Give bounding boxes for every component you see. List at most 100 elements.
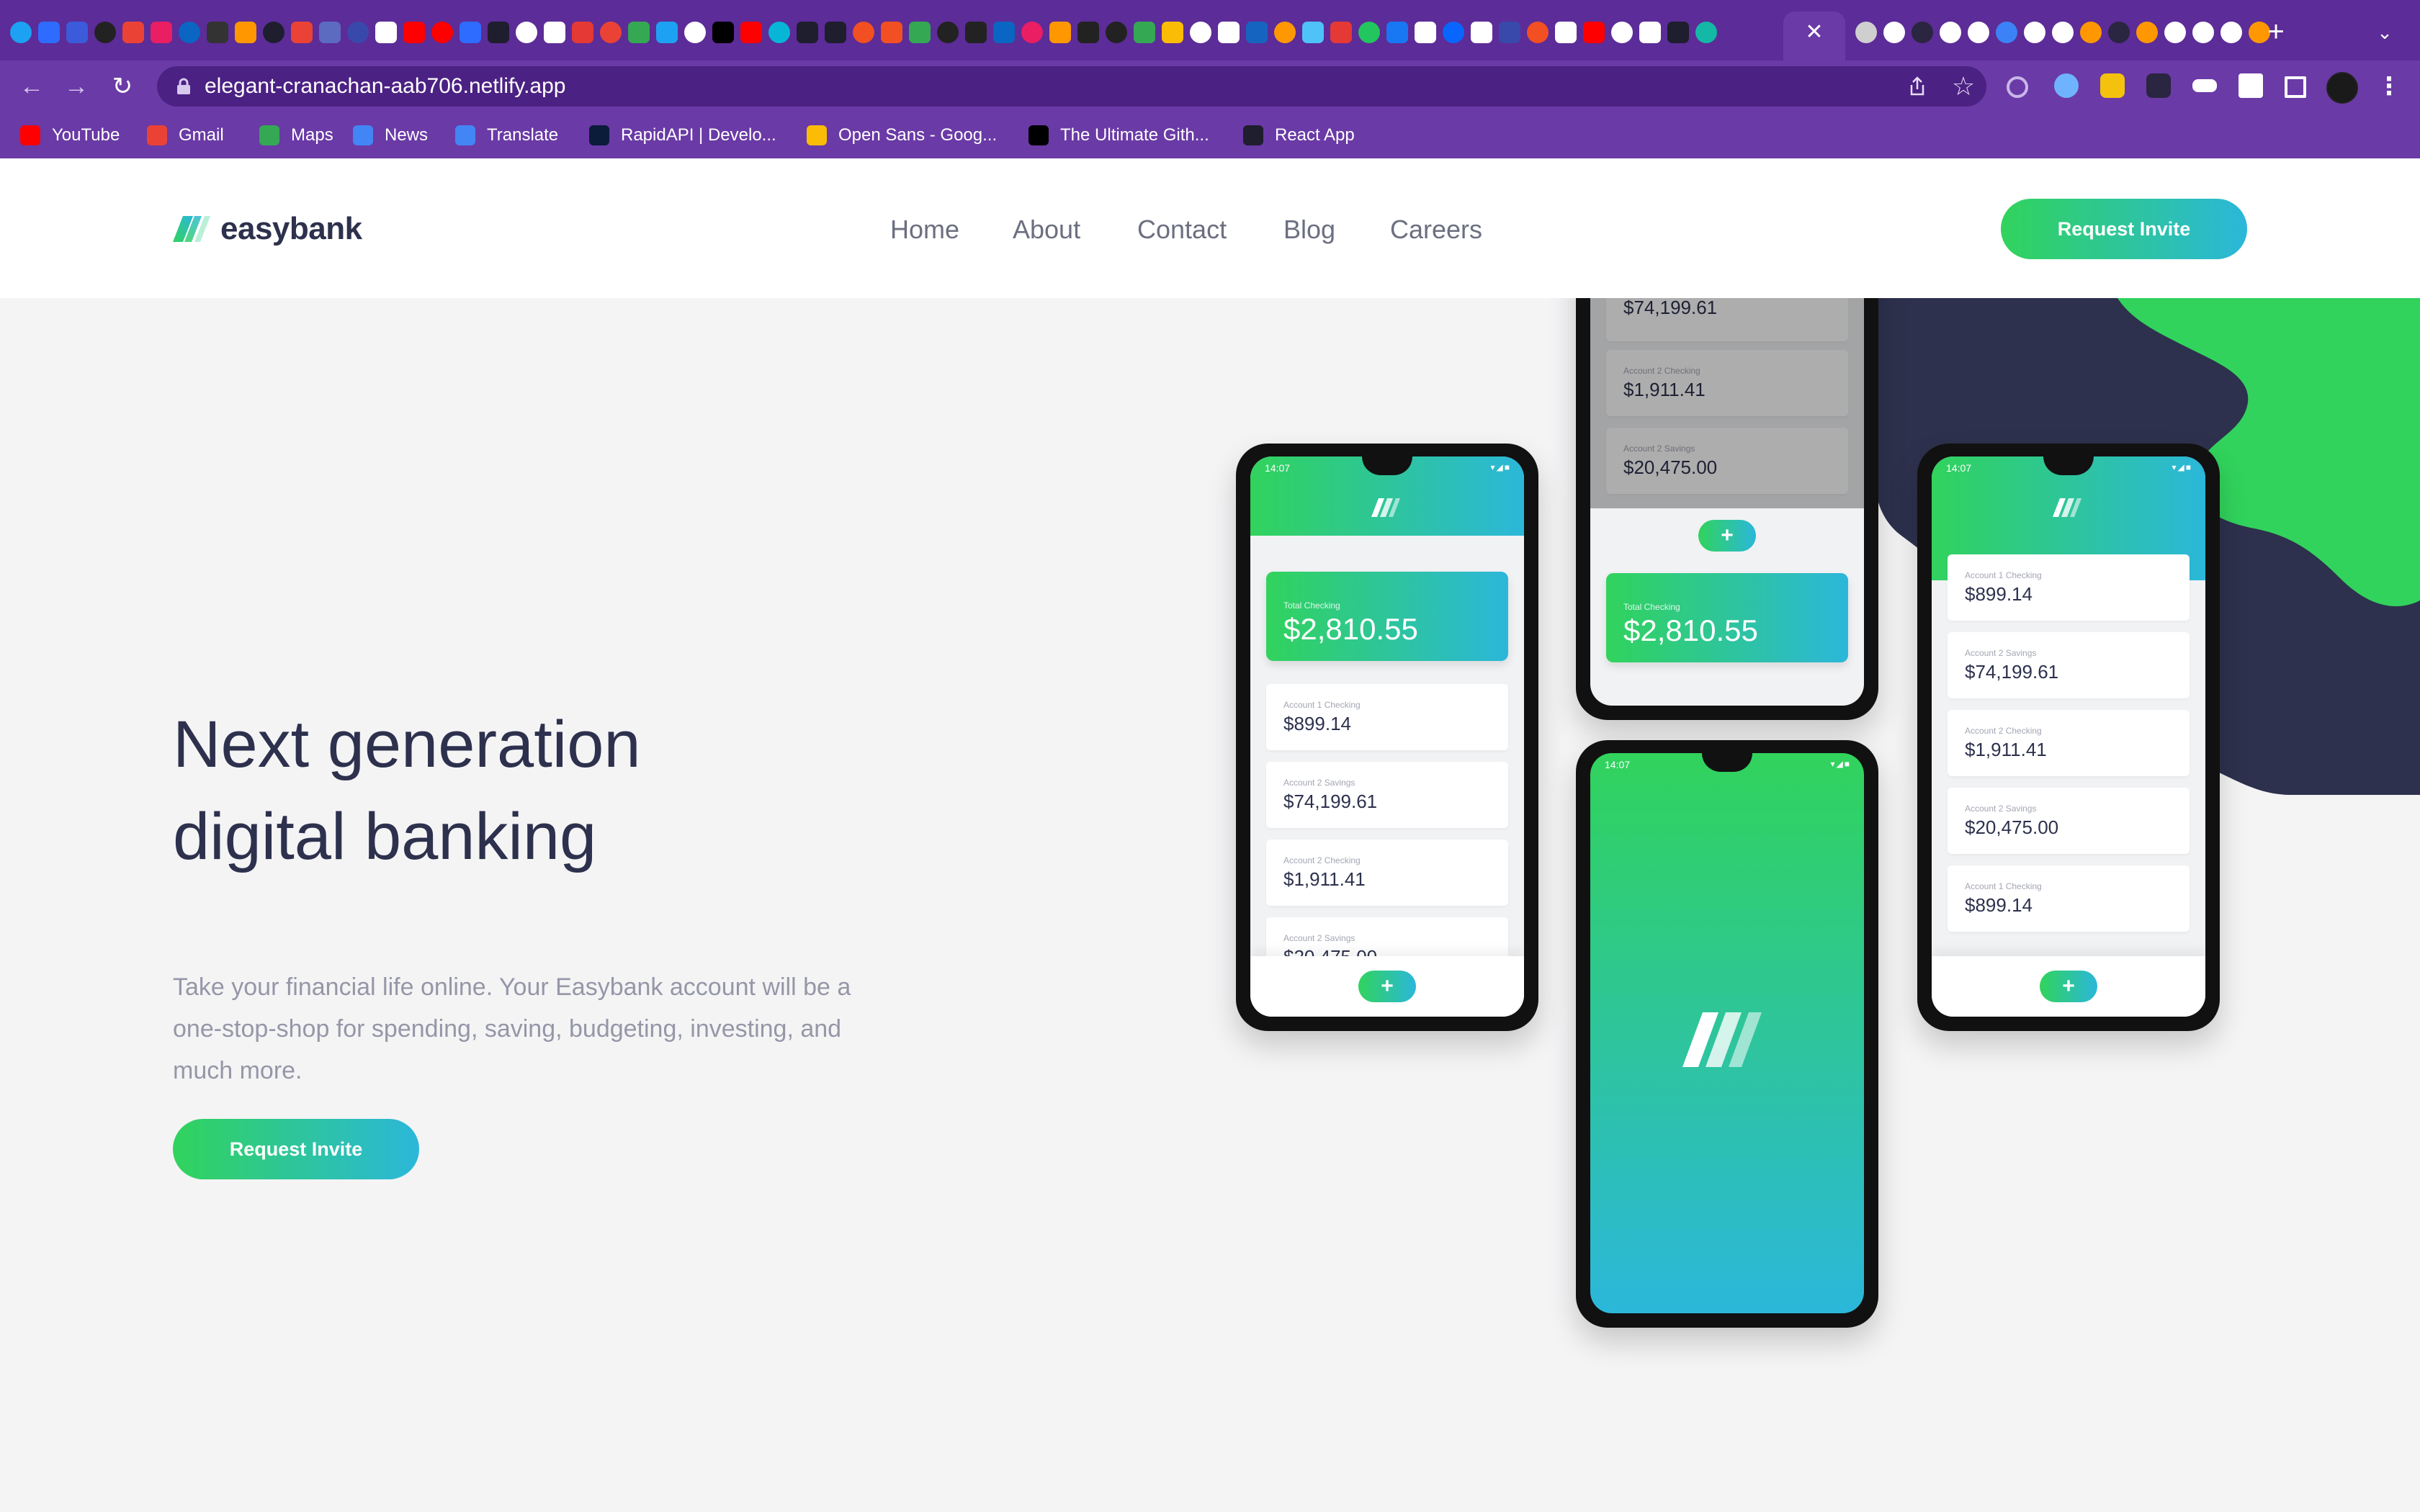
tab-favicon-icon[interactable] xyxy=(1471,22,1492,43)
tab-favicon-icon[interactable] xyxy=(1218,22,1240,43)
tab-favicon-icon[interactable] xyxy=(2136,22,2158,43)
tab-favicon-icon[interactable] xyxy=(2164,22,2186,43)
tab-favicon-icon[interactable] xyxy=(1190,22,1211,43)
tab-favicon-icon[interactable] xyxy=(2192,22,2214,43)
tab-favicon-icon[interactable] xyxy=(488,22,509,43)
react-devtools-icon[interactable] xyxy=(2146,73,2171,98)
extension-icon[interactable] xyxy=(2007,76,2028,98)
tab-favicon-icon[interactable] xyxy=(403,22,425,43)
tab-favicon-icon[interactable] xyxy=(235,22,256,43)
tab-favicon-icon[interactable] xyxy=(94,22,116,43)
tab-favicon-icon[interactable] xyxy=(375,22,397,43)
tab-favicon-icon[interactable] xyxy=(1386,22,1408,43)
forward-button[interactable]: → xyxy=(62,72,91,101)
bookmark-item[interactable]: RapidAPI | Develo... xyxy=(589,122,776,148)
hero-request-invite-button[interactable]: Request Invite xyxy=(173,1119,419,1179)
tab-favicon-icon[interactable] xyxy=(1302,22,1324,43)
tab-favicon-icon[interactable] xyxy=(909,22,931,43)
tab-favicon-icon[interactable] xyxy=(66,22,88,43)
address-bar[interactable]: elegant-cranachan-aab706.netlify.app ☆ xyxy=(157,66,1986,107)
tab-favicon-icon[interactable] xyxy=(881,22,902,43)
nav-link-blog[interactable]: Blog xyxy=(1283,213,1335,246)
bookmark-item[interactable]: News xyxy=(353,122,428,148)
tab-favicon-icon[interactable] xyxy=(993,22,1015,43)
tab-favicon-icon[interactable] xyxy=(684,22,706,43)
tab-favicon-icon[interactable] xyxy=(1855,22,1877,43)
bookmark-item[interactable]: Maps xyxy=(259,122,333,148)
tab-favicon-icon[interactable] xyxy=(2052,22,2074,43)
tab-favicon-icon[interactable] xyxy=(1883,22,1905,43)
tab-favicon-icon[interactable] xyxy=(1968,22,1989,43)
bookmark-item[interactable]: YouTube xyxy=(20,122,120,148)
tab-favicon-icon[interactable] xyxy=(1583,22,1605,43)
tab-favicon-icon[interactable] xyxy=(1077,22,1099,43)
tab-favicon-icon[interactable] xyxy=(263,22,284,43)
tab-favicon-icon[interactable] xyxy=(544,22,565,43)
tab-favicon-icon[interactable] xyxy=(1611,22,1633,43)
bookmark-star-icon[interactable]: ☆ xyxy=(1950,72,1976,101)
tab-favicon-icon[interactable] xyxy=(179,22,200,43)
tab-strip[interactable] xyxy=(10,22,2270,50)
easybank-logo[interactable]: easybank xyxy=(173,210,362,248)
tab-favicon-icon[interactable] xyxy=(628,22,650,43)
tab-favicon-icon[interactable] xyxy=(460,22,481,43)
nav-link-home[interactable]: Home xyxy=(890,213,959,246)
tab-favicon-icon[interactable] xyxy=(122,22,144,43)
tab-favicon-icon[interactable] xyxy=(1555,22,1577,43)
tab-favicon-icon[interactable] xyxy=(319,22,341,43)
bookmark-item[interactable]: Open Sans - Goog... xyxy=(807,122,997,148)
tab-favicon-icon[interactable] xyxy=(431,22,453,43)
bookmark-item[interactable]: Gmail xyxy=(147,122,224,148)
tab-favicon-icon[interactable] xyxy=(572,22,593,43)
tab-favicon-icon[interactable] xyxy=(965,22,987,43)
tab-favicon-icon[interactable] xyxy=(1415,22,1436,43)
request-invite-button[interactable]: Request Invite xyxy=(2001,199,2247,259)
nav-link-contact[interactable]: Contact xyxy=(1137,213,1227,246)
tab-favicon-icon[interactable] xyxy=(1246,22,1268,43)
tab-favicon-icon[interactable] xyxy=(1695,22,1717,43)
tab-favicon-icon[interactable] xyxy=(797,22,818,43)
tab-favicon-icon[interactable] xyxy=(1996,22,2017,43)
nav-link-about[interactable]: About xyxy=(1013,213,1080,246)
tab-favicon-icon[interactable] xyxy=(291,22,313,43)
tab-favicon-icon[interactable] xyxy=(38,22,60,43)
tab-favicon-icon[interactable] xyxy=(740,22,762,43)
tab-favicon-icon[interactable] xyxy=(207,22,228,43)
tab-favicon-icon[interactable] xyxy=(600,22,622,43)
browser-menu-icon[interactable]: ⋮ xyxy=(2377,72,2401,101)
tab-favicon-icon[interactable] xyxy=(1443,22,1464,43)
tab-favicon-icon[interactable] xyxy=(656,22,678,43)
tab-favicon-icon[interactable] xyxy=(1667,22,1689,43)
tab-favicon-icon[interactable] xyxy=(937,22,959,43)
extension-icon[interactable] xyxy=(2054,73,2079,98)
tab-favicon-icon[interactable] xyxy=(151,22,172,43)
bookmark-item[interactable]: React App xyxy=(1243,122,1355,148)
bookmark-item[interactable]: Translate xyxy=(455,122,558,148)
share-icon[interactable] xyxy=(1906,75,1929,98)
tab-favicon-icon[interactable] xyxy=(1162,22,1183,43)
extension-icon[interactable] xyxy=(2100,73,2125,98)
tab-favicon-icon[interactable] xyxy=(1358,22,1380,43)
tab-favicon-icon[interactable] xyxy=(1330,22,1352,43)
tab-search-icon[interactable]: ⌄ xyxy=(2374,22,2396,43)
tab-favicon-icon[interactable] xyxy=(768,22,790,43)
nav-link-careers[interactable]: Careers xyxy=(1390,213,1482,246)
reload-button[interactable]: ↻ xyxy=(108,72,137,101)
tab-favicon-icon[interactable] xyxy=(347,22,369,43)
bookmark-item[interactable]: The Ultimate Gith... xyxy=(1028,122,1209,148)
url-text[interactable]: elegant-cranachan-aab706.netlify.app xyxy=(205,75,565,98)
tab-favicon-icon[interactable] xyxy=(1106,22,1127,43)
side-panel-icon[interactable] xyxy=(2285,76,2306,98)
tab-favicon-icon[interactable] xyxy=(1639,22,1661,43)
tab-favicon-icon[interactable] xyxy=(2220,22,2242,43)
tab-favicon-icon[interactable] xyxy=(712,22,734,43)
new-tab-button[interactable]: + xyxy=(2263,17,2289,46)
tab-favicon-icon[interactable] xyxy=(2108,22,2130,43)
close-tab-icon[interactable]: ✕ xyxy=(1803,22,1825,43)
tab-favicon-icon[interactable] xyxy=(1021,22,1043,43)
tab-favicon-icon[interactable] xyxy=(10,22,32,43)
back-button[interactable]: ← xyxy=(17,72,46,101)
tab-favicon-icon[interactable] xyxy=(1940,22,1961,43)
tab-favicon-icon[interactable] xyxy=(2024,22,2045,43)
tab-favicon-icon[interactable] xyxy=(516,22,537,43)
